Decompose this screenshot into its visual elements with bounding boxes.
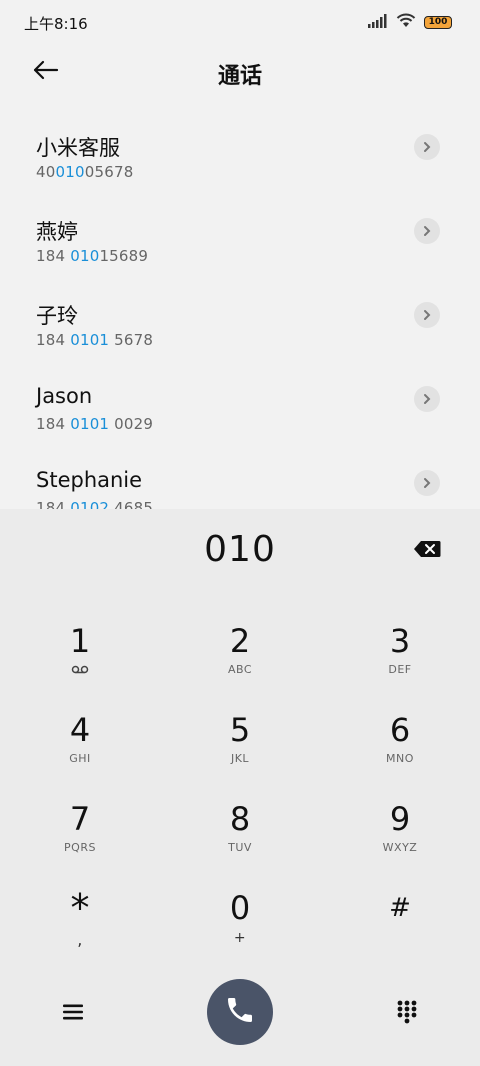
contact-item[interactable]: 子玲 184 0101 5678: [0, 278, 480, 362]
dialed-number-display[interactable]: 010: [0, 529, 480, 570]
contact-name: 燕婷: [36, 220, 78, 244]
contact-detail-button[interactable]: [414, 386, 440, 412]
key-0[interactable]: 0 +: [160, 866, 320, 955]
contact-item[interactable]: 小米客服 4001005678: [0, 110, 480, 194]
battery-icon: 100: [424, 15, 452, 29]
key-8[interactable]: 8 TUV: [160, 777, 320, 866]
key-1[interactable]: 1: [0, 599, 160, 688]
contact-item[interactable]: Jason 184 0101 0029: [0, 362, 480, 446]
call-button[interactable]: [207, 979, 273, 1045]
page-title: 通话: [217, 64, 262, 89]
key-4[interactable]: 4 GHI: [0, 688, 160, 777]
chevron-right-icon: [422, 390, 432, 409]
status-time: 上午8:16: [24, 15, 88, 33]
contact-detail-button[interactable]: [414, 302, 440, 328]
signal-icon: [368, 13, 388, 32]
voicemail-icon: [0, 663, 160, 677]
menu-button[interactable]: [58, 999, 88, 1029]
contact-item[interactable]: Stephanie 184 0102 4685: [0, 446, 480, 510]
wifi-icon: [396, 13, 416, 32]
contact-number: 4001005678: [36, 163, 134, 181]
dialpad-action-bar: [0, 979, 480, 1049]
contact-number: 184 0101 0029: [36, 415, 154, 433]
backspace-button[interactable]: [412, 539, 442, 563]
chevron-right-icon: [422, 474, 432, 493]
phone-icon: [224, 994, 256, 1030]
menu-icon: [62, 1003, 84, 1025]
key-2[interactable]: 2 ABC: [160, 599, 320, 688]
key-9[interactable]: 9 WXYZ: [320, 777, 480, 866]
chevron-right-icon: [422, 222, 432, 241]
key-hash[interactable]: #: [320, 866, 480, 955]
key-6[interactable]: 6 MNO: [320, 688, 480, 777]
title-bar: 通话: [0, 44, 480, 100]
keypad-icon: [397, 1000, 417, 1028]
contact-name: 小米客服: [36, 136, 120, 160]
contact-name: 子玲: [36, 304, 78, 328]
status-icons: 100: [368, 13, 452, 31]
contact-name: Jason: [36, 384, 93, 408]
contact-number: 184 0101 5678: [36, 331, 154, 349]
contact-detail-button[interactable]: [414, 134, 440, 160]
contact-item[interactable]: 燕婷 184 01015689: [0, 194, 480, 278]
contact-number: 184 01015689: [36, 247, 149, 265]
key-7[interactable]: 7 PQRS: [0, 777, 160, 866]
backspace-icon: [413, 540, 441, 562]
keypad-toggle-button[interactable]: [392, 999, 422, 1029]
contact-list: 小米客服 4001005678 燕婷 184 01015689 子玲 184 0…: [0, 110, 480, 510]
key-3[interactable]: 3 DEF: [320, 599, 480, 688]
key-star[interactable]: * ,: [0, 866, 160, 955]
chevron-right-icon: [422, 306, 432, 325]
status-bar: 上午8:16 100: [0, 0, 480, 44]
key-5[interactable]: 5 JKL: [160, 688, 320, 777]
chevron-right-icon: [422, 138, 432, 157]
contact-name: Stephanie: [36, 468, 143, 492]
contact-detail-button[interactable]: [414, 470, 440, 496]
dialpad-panel: 010 1 2 ABC 3 DEF 4 GHI 5 JKL 6 MNO 7 PQ…: [0, 509, 480, 1066]
contact-detail-button[interactable]: [414, 218, 440, 244]
